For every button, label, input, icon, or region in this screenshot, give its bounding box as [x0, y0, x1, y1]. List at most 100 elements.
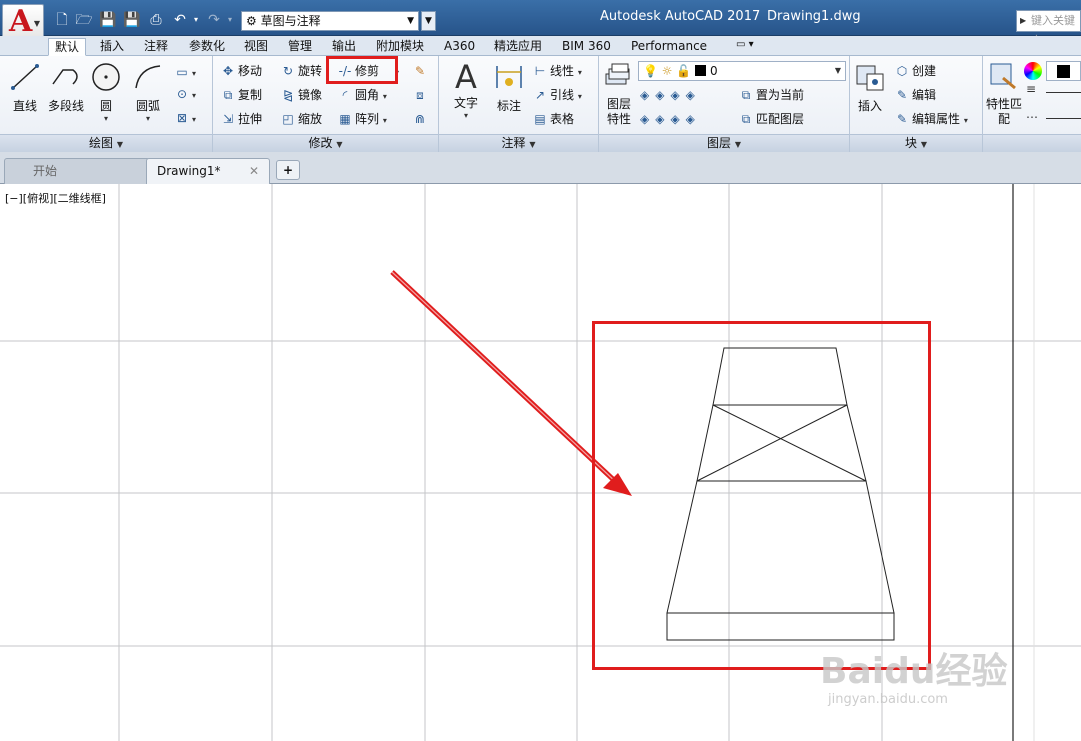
close-icon[interactable]: ✕	[249, 159, 259, 183]
tab-output[interactable]: 输出	[326, 38, 362, 56]
tab-view[interactable]: 视图	[238, 38, 274, 56]
linear-label: 线性	[550, 64, 575, 78]
block-panel-title[interactable]: 块 ▼	[850, 135, 982, 153]
line-button[interactable]: 直线	[6, 60, 44, 114]
match-layer-button[interactable]: ⧉ 匹配图层	[738, 109, 804, 129]
mirror-icon: ⧎	[282, 88, 294, 102]
match-properties-icon	[990, 63, 1016, 90]
fillet-button[interactable]: ◜ 圆角 ▾	[337, 85, 387, 105]
application-menu-button[interactable]: A ▼	[2, 4, 44, 40]
layers-panel-title[interactable]: 图层 ▼	[599, 135, 849, 153]
polyline-button[interactable]: 多段线	[44, 60, 88, 114]
move-button[interactable]: ✥ 移动	[220, 61, 262, 81]
modify-panel-title[interactable]: 修改 ▼	[213, 135, 438, 153]
copy-button[interactable]: ⧉ 复制	[220, 85, 262, 105]
dimension-button[interactable]: 标注	[490, 60, 528, 114]
stretch-button[interactable]: ⇲ 拉伸	[220, 109, 262, 129]
open-folder-icon[interactable]: 🗁	[74, 11, 94, 29]
layer-properties-button[interactable]: 图层特性	[602, 60, 636, 127]
erase-button[interactable]: ✎	[412, 61, 430, 81]
new-tab-button[interactable]: +	[276, 160, 300, 180]
expand-icon: ▶	[1020, 16, 1027, 25]
draw-panel-title[interactable]: 绘图 ▼	[0, 135, 212, 153]
tab-drawing1[interactable]: Drawing1* ✕	[146, 158, 270, 184]
linetype-select[interactable]	[1046, 118, 1081, 119]
viewport-label[interactable]: [−][俯视][二维线框]	[5, 190, 106, 206]
tab-manage[interactable]: 管理	[282, 38, 318, 56]
leader-icon: ↗	[534, 88, 546, 102]
lock-icon: 🔓	[676, 64, 692, 78]
layer-tools-row-1[interactable]: ◈◈◈◈	[640, 85, 701, 105]
edit-attributes-button[interactable]: ✎ 编辑属性 ▾	[894, 109, 968, 129]
boundary-button[interactable]: ⊠ ▾	[174, 108, 196, 128]
drawing-canvas[interactable]: Baidu经验 jingyan.baidu.com	[0, 184, 1081, 741]
text-icon: A	[455, 58, 477, 96]
circle-button[interactable]: 圆 ▾	[88, 60, 124, 123]
print-icon[interactable]: ⎙	[146, 11, 166, 29]
arc-button[interactable]: 圆弧 ▾	[128, 60, 168, 123]
scale-button[interactable]: ◰ 缩放	[280, 109, 322, 129]
chevron-down-icon: ▼	[407, 16, 414, 26]
mirror-button[interactable]: ⧎ 镜像	[280, 85, 322, 105]
insert-block-label: 插入	[857, 99, 882, 113]
color-wheel-icon[interactable]	[1024, 62, 1042, 80]
stretch-icon: ⇲	[222, 112, 234, 126]
lineweight-icon: ≡	[1026, 82, 1037, 96]
dimension-icon	[496, 66, 522, 88]
tab-annotate[interactable]: 注释	[138, 38, 174, 56]
move-icon: ✥	[222, 64, 234, 78]
layer-tools-row-2[interactable]: ◈◈◈◈	[640, 109, 701, 129]
layer-select[interactable]: 💡 ☼ 🔓 0 ▼	[638, 61, 846, 81]
current-layer-name: 0	[709, 64, 718, 78]
trim-highlight-box	[326, 56, 398, 84]
text-button[interactable]: A 文字 ▾	[446, 60, 486, 120]
sun-icon: ☼	[661, 64, 673, 78]
workspace-select[interactable]: ⚙ 草图与注释 ▼	[241, 11, 419, 31]
tab-addins[interactable]: 附加模块	[370, 38, 430, 56]
search-input[interactable]: ▶ 键入关键字	[1016, 10, 1081, 47]
ribbon-minimize-button[interactable]: ▭ ▾	[736, 39, 754, 50]
linear-button[interactable]: ⊢ 线性 ▾	[532, 61, 582, 81]
dimension-label: 标注	[496, 99, 521, 113]
leader-button[interactable]: ↗ 引线 ▾	[532, 85, 582, 105]
new-file-icon[interactable]: 🗋	[52, 11, 72, 29]
color-select[interactable]	[1046, 61, 1081, 81]
stretch-label: 拉伸	[238, 112, 263, 126]
hatch-button[interactable]: ⊙ ▾	[174, 84, 196, 104]
make-current-button[interactable]: ⧉ 置为当前	[738, 85, 804, 105]
tab-start[interactable]: 开始	[4, 158, 150, 184]
match-properties-button[interactable]: 特性匹配	[986, 60, 1022, 127]
save-icon[interactable]: 💾	[98, 11, 118, 29]
offset-button[interactable]: ⋒	[412, 109, 430, 129]
tab-featured-apps[interactable]: 精选应用	[488, 38, 548, 56]
annotation-panel-title[interactable]: 注释 ▼	[439, 135, 598, 153]
edit-block-button[interactable]: ✎ 编辑	[894, 85, 936, 105]
undo-dropdown-icon[interactable]: ▾	[186, 11, 206, 29]
tab-insert[interactable]: 插入	[94, 38, 130, 56]
tab-bim360[interactable]: BIM 360	[556, 38, 617, 56]
lineweight-select[interactable]	[1046, 92, 1081, 93]
explode-button[interactable]: ⧈	[412, 85, 430, 105]
layers-icon	[605, 63, 630, 85]
customize-quick-access-button[interactable]: ▼	[421, 11, 436, 31]
make-current-icon: ⧉	[741, 88, 751, 102]
circle-label: 圆	[99, 99, 112, 113]
rectangle-button[interactable]: ▭ ▾	[174, 62, 196, 82]
array-button[interactable]: ▦ 阵列 ▾	[337, 109, 387, 129]
save-as-icon[interactable]: 💾	[122, 11, 142, 29]
tab-performance[interactable]: Performance	[625, 38, 713, 56]
rotate-label: 旋转	[298, 64, 323, 78]
table-button[interactable]: ▤ 表格	[532, 109, 574, 129]
tab-a360[interactable]: A360	[438, 38, 481, 56]
document-tab-bar: 开始 Drawing1* ✕ +	[0, 152, 1081, 184]
create-block-button[interactable]: ⬡ 创建	[894, 61, 936, 81]
rotate-button[interactable]: ↻ 旋转	[280, 61, 322, 81]
tab-default[interactable]: 默认	[48, 38, 87, 56]
line-icon	[11, 64, 39, 90]
redo-dropdown-icon[interactable]: ▾	[220, 11, 240, 29]
workspace-label: 草图与注释	[260, 14, 321, 28]
tab-parametric[interactable]: 参数化	[183, 38, 231, 56]
insert-block-button[interactable]: 插入	[852, 60, 888, 114]
ellipse-icon: ⊙	[176, 87, 188, 101]
watermark-brand: Baidu经验	[820, 651, 1008, 692]
